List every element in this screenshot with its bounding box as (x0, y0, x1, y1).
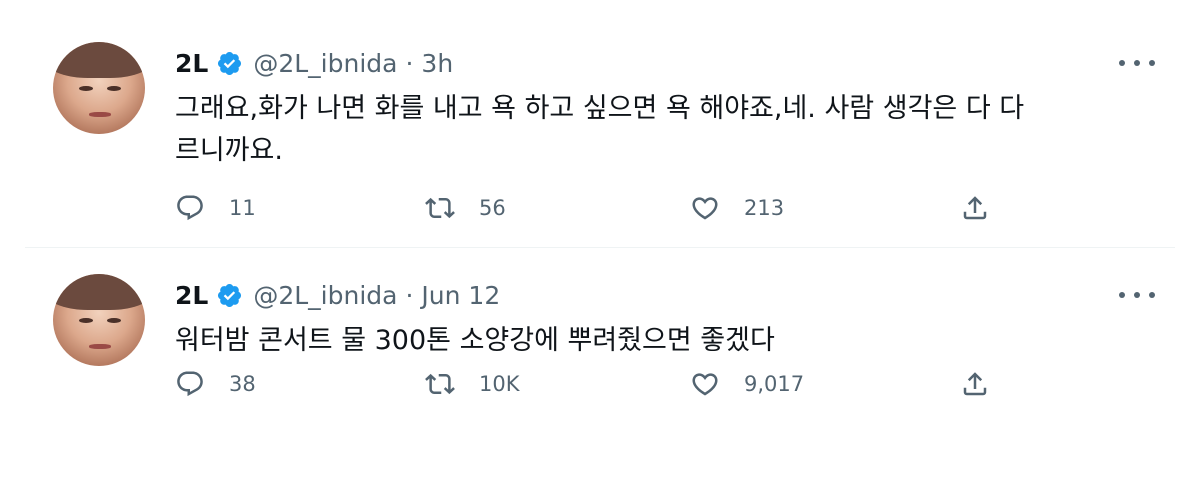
timestamp[interactable]: Jun 12 (421, 281, 500, 310)
display-name[interactable]: 2L (175, 281, 208, 310)
tweet[interactable]: 2L @2L_ibnida · 3h 그래요,화가 나면 화를 내고 욕 하고 … (25, 30, 1175, 244)
share-icon (963, 372, 987, 396)
more-icon[interactable] (1119, 290, 1155, 300)
heart-icon (692, 197, 718, 220)
retweet-icon (425, 197, 455, 219)
retweet-count: 56 (479, 196, 506, 220)
avatar[interactable] (53, 42, 145, 134)
retweet-count: 10K (479, 372, 520, 396)
like-count: 9,017 (744, 372, 805, 396)
retweet-button[interactable]: 56 (425, 190, 506, 226)
tweet-feed: 2L @2L_ibnida · 3h 그래요,화가 나면 화를 내고 욕 하고 … (0, 0, 1200, 487)
share-button[interactable] (960, 366, 990, 402)
display-name[interactable]: 2L (175, 49, 208, 78)
like-button[interactable]: 213 (690, 190, 784, 226)
tweet-divider (25, 247, 1175, 248)
tweet-text: 워터밤 콘서트 물 300톤 소양강에 뿌려줬으면 좋겠다 (175, 325, 775, 356)
verified-badge-icon (218, 51, 242, 75)
reply-count: 11 (229, 196, 256, 220)
tweet-text: 그래요,화가 나면 화를 내고 욕 하고 싶으면 욕 해야죠,네. 사람 생각은… (175, 93, 1025, 166)
action-bar: 38 10K 9,017 (175, 366, 1075, 402)
reply-icon (177, 195, 203, 221)
retweet-button[interactable]: 10K (425, 366, 520, 402)
share-icon (963, 196, 987, 220)
reply-icon (177, 371, 203, 397)
reply-count: 38 (229, 372, 256, 396)
like-count: 213 (744, 196, 785, 220)
user-handle[interactable]: @2L_ibnida (253, 281, 397, 310)
tweet[interactable]: 2L @2L_ibnida · Jun 12 워터밤 콘서트 물 300톤 소양… (25, 262, 1175, 440)
action-bar: 11 56 213 (175, 190, 1075, 226)
share-button[interactable] (960, 190, 990, 226)
more-icon[interactable] (1119, 58, 1155, 68)
heart-icon (692, 373, 718, 396)
separator-dot: · (405, 48, 414, 78)
like-button[interactable]: 9,017 (690, 366, 804, 402)
tweet-header: 2L @2L_ibnida · 3h (175, 46, 453, 80)
retweet-icon (425, 373, 455, 395)
verified-badge-icon (218, 283, 242, 307)
user-handle[interactable]: @2L_ibnida (253, 49, 397, 78)
timestamp[interactable]: 3h (421, 49, 453, 78)
reply-button[interactable]: 11 (175, 190, 256, 226)
avatar[interactable] (53, 274, 145, 366)
reply-button[interactable]: 38 (175, 366, 256, 402)
tweet-header: 2L @2L_ibnida · Jun 12 (175, 278, 500, 312)
separator-dot: · (405, 280, 414, 310)
